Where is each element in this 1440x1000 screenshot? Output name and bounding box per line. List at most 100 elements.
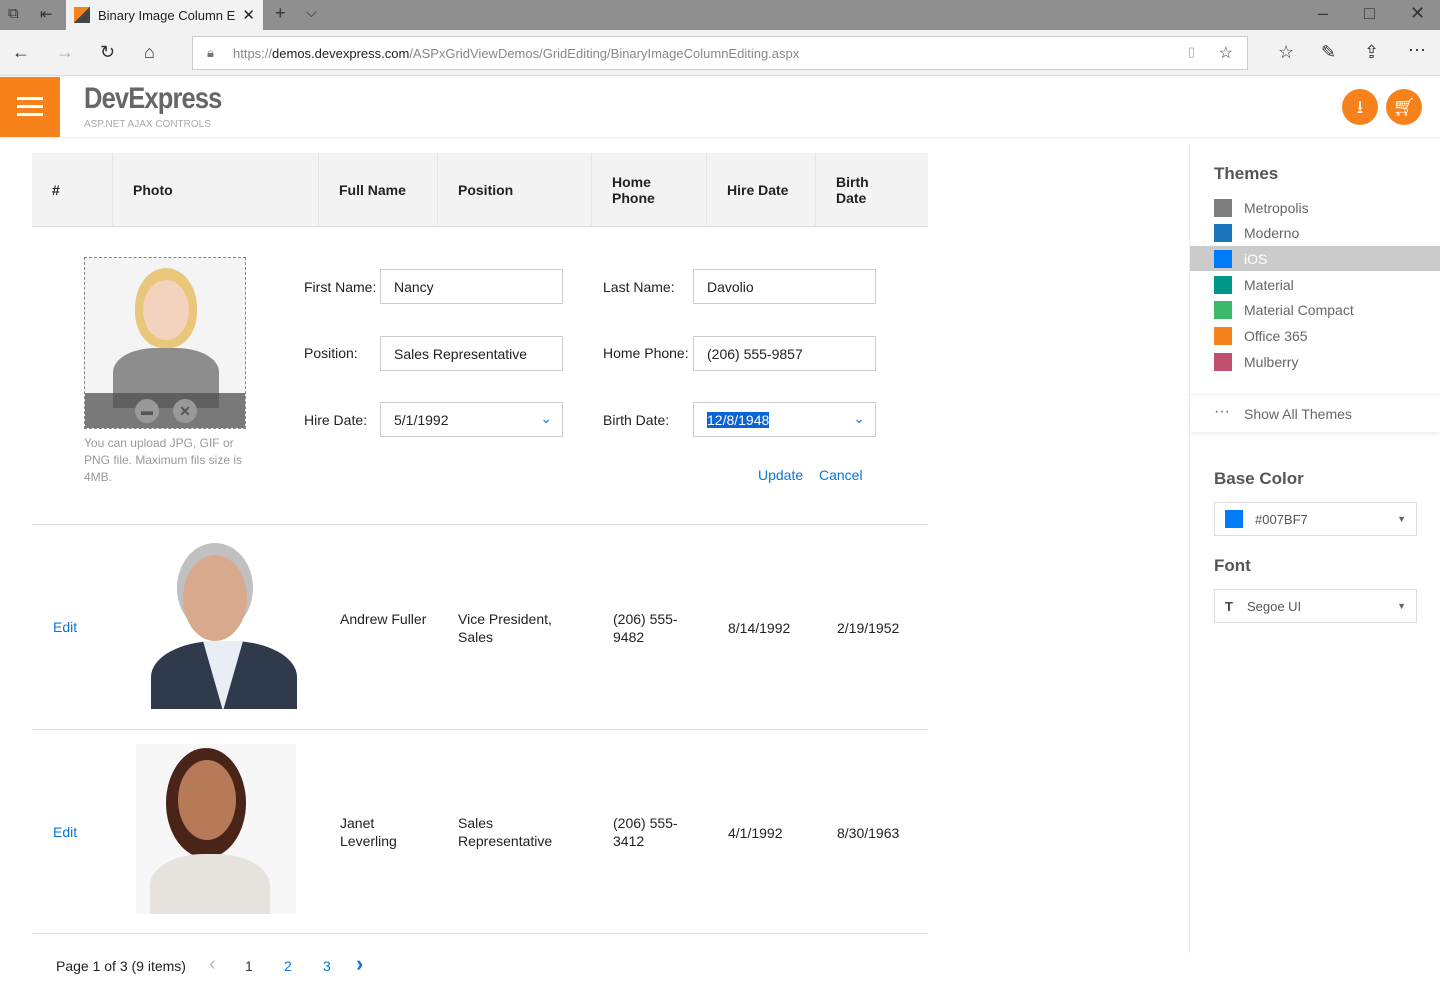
col-header-number[interactable]: # (32, 153, 113, 227)
birth-date-dropdown-icon[interactable]: ⌄ (853, 410, 865, 427)
col-header-position[interactable]: Position (438, 153, 592, 227)
col-header-full-name[interactable]: Full Name (319, 153, 438, 227)
tab-list-chevron-icon[interactable]: ⌵ (306, 4, 317, 21)
theme-item[interactable]: iOS (1190, 246, 1440, 272)
update-link[interactable]: Update (758, 467, 803, 483)
full-name-cell: Andrew Fuller (340, 611, 427, 627)
theme-swatch (1214, 224, 1232, 243)
new-tab-icon[interactable]: + (275, 3, 286, 24)
open-file-icon[interactable]: ▬ (135, 399, 159, 423)
home-icon[interactable]: ⌂ (144, 42, 155, 63)
theme-item[interactable]: Mulberry (1190, 349, 1440, 374)
base-color-dropdown[interactable]: #007BF7 ▼ (1214, 502, 1417, 536)
font-value: Segoe UI (1246, 598, 1302, 614)
theme-label: Moderno (1244, 225, 1300, 242)
home-phone-cell: (206) 555-9482 (613, 611, 678, 645)
base-color-value: #007BF7 (1255, 511, 1308, 527)
menu-button[interactable] (0, 77, 60, 137)
forward-icon[interactable]: → (56, 42, 74, 63)
back-icon[interactable]: ← (12, 42, 30, 63)
pager-prev-icon[interactable]: ‹ (209, 953, 216, 976)
theme-item[interactable]: Material Compact (1190, 298, 1440, 323)
maximize-icon[interactable]: □ (1364, 3, 1375, 24)
theme-item[interactable]: Office 365 (1190, 324, 1440, 349)
position-label: Position: (304, 345, 358, 361)
position-cell: Sales Representative (458, 815, 553, 849)
set-aside-tabs-icon[interactable]: ⇤ (40, 5, 53, 23)
hire-date-cell: 4/1/1992 (728, 825, 783, 841)
edit-link[interactable]: Edit (53, 619, 77, 635)
tab-actions-icon[interactable]: ⧉ (8, 5, 19, 22)
pager-page-3[interactable]: 3 (323, 958, 331, 974)
last-name-input[interactable]: Davolio (693, 269, 876, 304)
logo[interactable]: DevExpress (84, 82, 222, 116)
col-header-hire-date[interactable]: Hire Date (707, 153, 816, 227)
url-path: /ASPxGridViewDemos/GridEditing/BinaryIma… (409, 46, 800, 61)
dropdown-arrow-icon: ▼ (1397, 514, 1406, 524)
font-dropdown[interactable]: T Segoe UI ▼ (1214, 589, 1417, 623)
row-divider (32, 524, 928, 525)
edit-link[interactable]: Edit (53, 824, 77, 840)
more-icon[interactable]: ⋯ (1408, 40, 1426, 61)
themes-title: Themes (1214, 164, 1279, 183)
theme-swatch (1214, 249, 1232, 268)
position-input[interactable]: Sales Representative (380, 336, 563, 371)
photo-upload-area[interactable]: ▬ ✕ (84, 257, 246, 429)
col-header-home-phone-label: Home Phone (612, 173, 655, 206)
favorite-star-icon[interactable]: ☆ (1219, 43, 1233, 63)
browser-tab[interactable]: Binary Image Column E ✕ (66, 0, 263, 30)
close-window-icon[interactable]: ✕ (1410, 3, 1425, 24)
theme-item[interactable]: Moderno (1190, 221, 1440, 246)
last-name-label: Last Name: (603, 279, 675, 295)
show-all-themes-button[interactable]: ··· Show All Themes (1190, 394, 1440, 432)
birth-date-cell: 2/19/1952 (837, 620, 900, 636)
first-name-label: First Name: (304, 279, 377, 295)
tab-title: Binary Image Column E (98, 7, 236, 23)
url-input[interactable]: 🔒︎ https://demos.devexpress.com/ASPxGrid… (192, 36, 1248, 70)
col-header-birth-date[interactable]: Birth Date (816, 153, 928, 227)
birth-date-label: Birth Date: (603, 412, 670, 428)
pager-next-icon[interactable]: › (356, 951, 363, 977)
clear-image-icon[interactable]: ✕ (173, 399, 197, 423)
close-tab-icon[interactable]: ✕ (242, 6, 255, 24)
pager-summary: Page 1 of 3 (9 items) (56, 958, 186, 974)
col-header-home-phone[interactable]: Home Phone (592, 153, 707, 227)
cancel-link[interactable]: Cancel (819, 467, 863, 483)
theme-swatch (1214, 301, 1232, 320)
photo-toolbar: ▬ ✕ (85, 393, 245, 428)
home-phone-input[interactable]: (206) 555-9857 (693, 336, 876, 371)
hire-date-input[interactable]: 5/1/1992 ⌄ (380, 402, 563, 437)
ellipsis-icon: ··· (1214, 403, 1230, 420)
employee-photo (151, 541, 297, 709)
share-icon[interactable]: ⇪ (1364, 42, 1379, 63)
theme-label: iOS (1244, 250, 1268, 267)
hire-date-label: Hire Date: (304, 412, 368, 428)
employee-photo (136, 744, 296, 914)
reading-view-icon[interactable]: ▯ (1188, 44, 1195, 60)
cart-button[interactable]: 🛒︎ (1386, 89, 1422, 125)
birth-date-input[interactable]: 12/8/1948 ⌄ (693, 402, 876, 437)
row-divider (32, 729, 928, 730)
theme-label: Material Compact (1244, 302, 1354, 319)
base-color-title: Base Color (1214, 469, 1304, 488)
upload-hint: You can upload JPG, GIF or PNG file. Max… (84, 436, 243, 484)
first-name-input[interactable]: Nancy (380, 269, 563, 304)
hire-date-dropdown-icon[interactable]: ⌄ (540, 410, 552, 427)
minimize-icon[interactable]: – (1318, 3, 1328, 24)
theme-label: Office 365 (1244, 328, 1308, 344)
theme-item[interactable]: Metropolis (1190, 195, 1440, 220)
pager-page-1[interactable]: 1 (245, 958, 253, 974)
theme-label: Material (1244, 276, 1294, 293)
pen-icon[interactable]: ✎ (1321, 42, 1336, 63)
pager-page-2[interactable]: 2 (284, 958, 292, 974)
refresh-icon[interactable]: ↻ (100, 42, 115, 63)
theme-item[interactable]: Material (1190, 272, 1440, 297)
position-cell: Vice President, Sales (458, 611, 552, 645)
favorites-icon[interactable]: ☆ (1278, 42, 1294, 63)
download-button[interactable]: ⭳ (1342, 89, 1378, 125)
theme-swatch (1214, 352, 1232, 371)
photo-face (143, 280, 189, 340)
row-divider (32, 933, 928, 934)
col-header-photo[interactable]: Photo (113, 153, 319, 227)
logo-subtitle: ASP.NET AJAX CONTROLS (84, 119, 211, 130)
